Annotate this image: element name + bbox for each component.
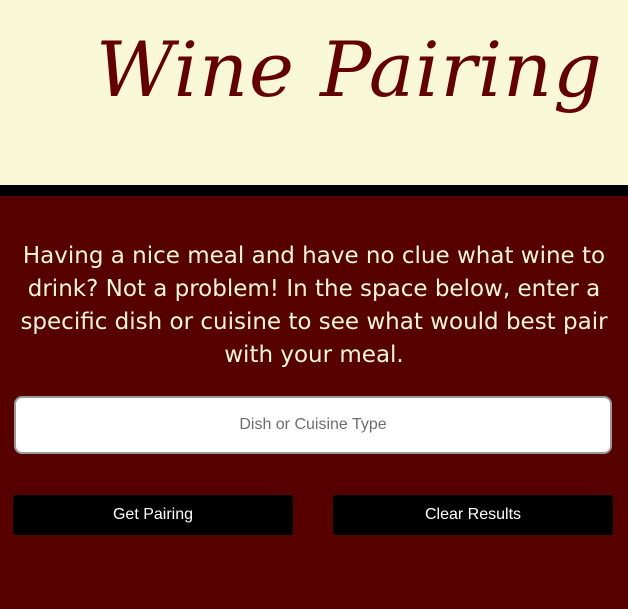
main-section: Having a nice meal and have no clue what… xyxy=(0,196,628,609)
get-pairing-button[interactable]: Get Pairing xyxy=(13,495,293,535)
dish-search-input[interactable] xyxy=(14,396,612,454)
page-title: Wine Pairing xyxy=(96,25,603,114)
page-header: Wine Pairing xyxy=(0,0,628,185)
clear-results-button[interactable]: Clear Results xyxy=(333,495,613,535)
header-divider xyxy=(0,185,628,196)
intro-text: Having a nice meal and have no clue what… xyxy=(20,243,608,368)
